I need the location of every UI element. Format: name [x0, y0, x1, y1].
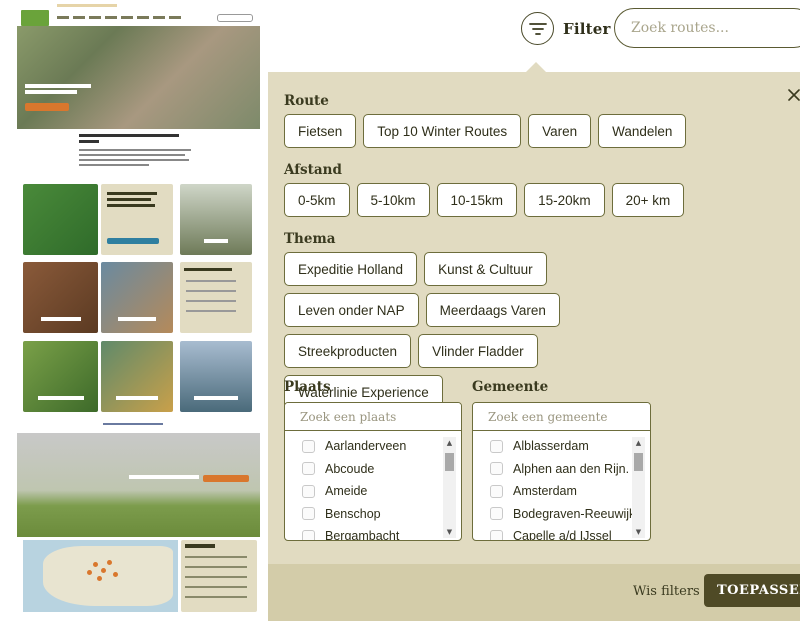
plaats-item[interactable]: Ameide [285, 480, 445, 503]
apply-button[interactable]: TOEPASSEN [704, 574, 800, 607]
gemeente-item[interactable]: Capelle a/d IJssel [473, 525, 633, 540]
gemeente-item[interactable]: Alblasserdam [473, 435, 633, 458]
plaats-item[interactable]: Aarlanderveen [285, 435, 445, 458]
filter-label: Filter [563, 19, 611, 38]
checkbox[interactable] [302, 507, 315, 521]
section-title-afstand: Afstand [284, 162, 342, 178]
website-thumbnail [17, 0, 260, 621]
thumbnail-news [181, 540, 257, 612]
filter-toggle-button[interactable]: Filter [521, 12, 611, 45]
thumbnail-hero-image [17, 26, 260, 129]
checkbox[interactable] [302, 529, 315, 540]
afstand-option-5-10[interactable]: 5-10km [356, 183, 430, 217]
plaats-search-input[interactable] [285, 403, 461, 431]
thema-option-streekproducten[interactable]: Streekproducten [284, 334, 412, 368]
plaats-scrollbar[interactable]: ▲ ▼ [443, 437, 456, 538]
checkbox[interactable] [490, 507, 503, 521]
checkbox[interactable] [490, 484, 503, 498]
route-option-top10-winter[interactable]: Top 10 Winter Routes [363, 114, 522, 148]
gemeente-search-input[interactable] [473, 403, 650, 431]
checkbox[interactable] [490, 439, 503, 453]
thumbnail-card [23, 184, 98, 255]
scroll-up-icon[interactable]: ▲ [632, 437, 645, 449]
thema-option-vlinder-fladder[interactable]: Vlinder Fladder [418, 334, 538, 368]
section-title-gemeente: Gemeente [472, 379, 549, 395]
clear-filters-button[interactable]: Wis filters [633, 584, 700, 599]
gemeente-item[interactable]: Bodegraven-Reeuwijk [473, 503, 635, 526]
afstand-option-0-5[interactable]: 0-5km [284, 183, 350, 217]
filter-icon [521, 12, 554, 45]
thumbnail-card [23, 262, 98, 333]
gemeente-scrollbar[interactable]: ▲ ▼ [632, 437, 645, 538]
checkbox[interactable] [302, 484, 315, 498]
thumbnail-map [23, 540, 178, 612]
route-option-varen[interactable]: Varen [528, 114, 592, 148]
plaats-item[interactable]: Benschop [285, 503, 445, 526]
thumbnail-card [180, 262, 252, 333]
afstand-option-15-20[interactable]: 15-20km [524, 183, 605, 217]
route-option-fietsen[interactable]: Fietsen [284, 114, 357, 148]
gemeente-item[interactable]: Amsterdam [473, 480, 633, 503]
route-search-input[interactable] [614, 8, 800, 48]
section-title-thema: Thema [284, 231, 336, 247]
close-icon[interactable] [788, 86, 800, 101]
route-options: Fietsen Top 10 Winter Routes Varen Wande… [284, 114, 704, 148]
thema-option-leven-onder-nap[interactable]: Leven onder NAP [284, 293, 419, 327]
thumbnail-header [17, 0, 260, 26]
thumbnail-card [180, 341, 252, 412]
route-option-wandelen[interactable]: Wandelen [598, 114, 687, 148]
thumbnail-card [101, 341, 173, 412]
thumbnail-intro-text [79, 134, 199, 169]
checkbox[interactable] [302, 462, 315, 476]
plaats-item[interactable]: Bergambacht [285, 525, 445, 540]
thema-option-kunst-cultuur[interactable]: Kunst & Cultuur [424, 252, 547, 286]
thema-option-expeditie-holland[interactable]: Expeditie Holland [284, 252, 418, 286]
section-title-route: Route [284, 93, 329, 109]
thumbnail-nav [57, 16, 181, 19]
thumbnail-search [217, 14, 253, 22]
gemeente-list: Alblasserdam Alphen aan den Rijn. Amster… [473, 435, 635, 540]
checkbox[interactable] [490, 529, 503, 540]
thumbnail-card [101, 184, 173, 255]
gemeente-item[interactable]: Alphen aan den Rijn. [473, 458, 633, 481]
checkbox[interactable] [302, 439, 315, 453]
plaats-item[interactable]: Abcoude [285, 458, 445, 481]
thema-option-meerdaags-varen[interactable]: Meerdaags Varen [425, 293, 560, 327]
afstand-options: 0-5km 5-10km 10-15km 15-20km 20+ km [284, 183, 704, 217]
panel-caret [526, 62, 546, 72]
section-title-plaats: Plaats [284, 379, 331, 395]
gemeente-listbox: Alblasserdam Alphen aan den Rijn. Amster… [472, 402, 651, 541]
thumbnail-card [23, 341, 98, 412]
filter-panel: Route Fietsen Top 10 Winter Routes Varen… [268, 62, 800, 621]
scrollbar-thumb[interactable] [445, 453, 454, 471]
checkbox[interactable] [490, 462, 503, 476]
panel-footer: Wis filters TOEPASSEN [268, 564, 800, 621]
afstand-option-20-plus[interactable]: 20+ km [611, 183, 685, 217]
scroll-down-icon[interactable]: ▼ [443, 526, 456, 538]
scroll-up-icon[interactable]: ▲ [443, 437, 456, 449]
thumbnail-logo [21, 10, 49, 26]
afstand-option-10-15[interactable]: 10-15km [436, 183, 518, 217]
plaats-list: Aarlanderveen Abcoude Ameide Benschop Be… [285, 435, 445, 540]
scrollbar-thumb[interactable] [634, 453, 643, 471]
plaats-listbox: Aarlanderveen Abcoude Ameide Benschop Be… [284, 402, 462, 541]
thumbnail-card [101, 262, 173, 333]
thumbnail-card [180, 184, 252, 255]
thumbnail-banner-image [17, 433, 260, 537]
scroll-down-icon[interactable]: ▼ [632, 526, 645, 538]
